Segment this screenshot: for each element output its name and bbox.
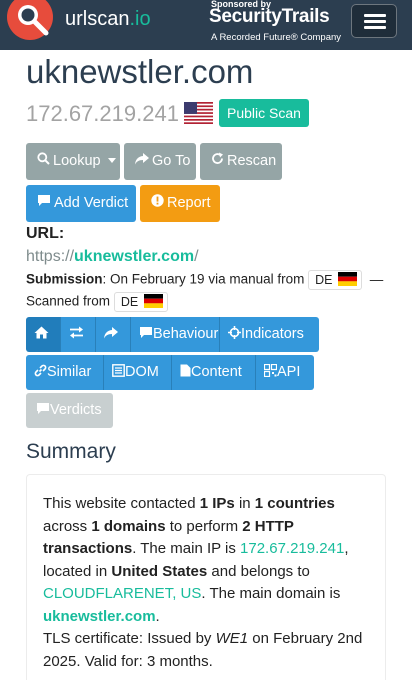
exchange-icon: [69, 326, 84, 342]
summary-heading: Summary: [26, 440, 116, 463]
comment-icon: [36, 402, 50, 418]
scanned-url[interactable]: https://uknewstler.com/: [26, 248, 199, 266]
report-label: Report: [167, 195, 211, 211]
go-to-label: Go To: [152, 153, 191, 169]
submission-dash: —: [369, 271, 384, 287]
report-button[interactable]: Report: [140, 185, 220, 222]
summary-text-part: . The main IP is: [132, 540, 241, 557]
lookup-label: Lookup: [53, 153, 101, 169]
file-icon: [180, 364, 191, 380]
tab-similar[interactable]: Similar: [26, 355, 104, 390]
submission-label: Submission: [26, 271, 103, 287]
tab-verdicts[interactable]: Verdicts: [26, 393, 113, 428]
list-alt-icon: [112, 364, 125, 380]
summary-domain-count: 1 domains: [91, 517, 166, 535]
germany-flag-icon: [143, 294, 163, 308]
tab-api[interactable]: API: [256, 355, 314, 390]
scanned-from-label: Scanned from: [26, 293, 111, 309]
add-verdict-label: Add Verdict: [54, 195, 129, 211]
tab-dom[interactable]: DOM: [104, 355, 172, 390]
comment-icon: [139, 326, 153, 342]
share-arrow-icon: [104, 326, 118, 342]
summary-tls-text: TLS certificate: Issued by: [43, 630, 216, 647]
tab-behaviour[interactable]: Behaviour: [131, 317, 220, 352]
scanned-from-line: Scanned from DE: [26, 292, 168, 312]
brand-name[interactable]: urlscan.io: [65, 8, 151, 31]
summary-text-part: .: [155, 607, 160, 625]
result-tabs-row-1: Behaviour Indicators: [26, 317, 319, 352]
tab-summary-home[interactable]: [26, 317, 61, 352]
link-icon: [34, 364, 47, 380]
summary-text: This website contacted 1 IPs in 1 countr…: [43, 493, 373, 673]
summary-main-domain-link[interactable]: uknewstler.com: [43, 608, 156, 625]
refresh-icon: [211, 143, 224, 180]
add-verdict-button[interactable]: Add Verdict: [26, 185, 136, 222]
page-title-domain: uknewstler.com: [26, 53, 254, 90]
submission-text: : On February 19 via manual from: [102, 271, 305, 287]
home-icon: [34, 326, 49, 342]
public-scan-badge: Public Scan: [219, 99, 309, 127]
scanned-country: DE: [120, 295, 139, 309]
tab-similar-label: Similar: [47, 364, 92, 380]
summary-text-part: to perform: [165, 517, 243, 535]
tab-content[interactable]: Content: [172, 355, 256, 390]
sponsor-subtitle: A Recorded Future® Company: [211, 32, 342, 43]
caret-down-icon: [107, 158, 116, 163]
tab-http[interactable]: [61, 317, 96, 352]
summary-text-part: . The main domain is: [201, 585, 341, 602]
summary-text-part: This website contacted: [43, 495, 200, 512]
url-host-link[interactable]: uknewstler.com: [74, 248, 194, 265]
brand-text: urlscan: [65, 8, 130, 30]
hamburger-icon-bar: [364, 26, 386, 29]
rescan-button[interactable]: Rescan: [200, 143, 282, 180]
result-ip: 172.67.219.241: [26, 101, 179, 126]
scanned-country-pill: DE: [113, 292, 168, 312]
tab-content-label: Content: [191, 364, 242, 380]
qrcode-icon: [263, 363, 278, 380]
url-label: URL:: [26, 225, 65, 242]
tab-dom-label: DOM: [125, 364, 159, 380]
url-path: /: [194, 248, 199, 265]
summary-text-part: and belongs to: [207, 562, 310, 580]
hamburger-icon: [364, 14, 386, 17]
germany-flag-icon: [337, 272, 357, 286]
search-icon: [37, 143, 50, 180]
navbar: urlscan.io Sponsored by SecurityTrails A…: [0, 0, 412, 50]
summary-country-count: 1 countries: [254, 495, 335, 512]
result-tabs-row-2: Similar DOM Content API: [26, 355, 314, 390]
tab-behaviour-label: Behaviour: [153, 326, 219, 342]
brand-suffix: .io: [129, 8, 151, 30]
comment-icon: [37, 185, 51, 222]
sponsor-name: SecurityTrails: [209, 6, 330, 27]
sponsor-banner[interactable]: Sponsored by SecurityTrails A Recorded F…: [208, 0, 344, 47]
submission-country: DE: [315, 273, 333, 287]
tab-api-label: API: [277, 364, 301, 380]
go-to-button[interactable]: Go To: [124, 143, 196, 180]
hamburger-icon-bar: [364, 20, 386, 23]
summary-panel: This website contacted 1 IPs in 1 countr…: [26, 474, 386, 680]
summary-ip-count: 1 IPs: [199, 495, 235, 512]
summary-asn-link[interactable]: CLOUDFLARENET, US: [43, 585, 201, 602]
submission-country-pill: DE: [308, 270, 362, 290]
lookup-button[interactable]: Lookup: [26, 143, 120, 180]
us-flag-icon: [184, 102, 213, 124]
submission-line: Submission: On February 19 via manual fr…: [26, 270, 383, 290]
summary-text-part: in: [234, 495, 255, 512]
tab-indicators-label: Indicators: [241, 326, 304, 342]
summary-tls-issuer: WE1: [215, 630, 249, 647]
tab-verdicts-label: Verdicts: [50, 402, 102, 418]
rescan-label: Rescan: [227, 153, 277, 169]
summary-text-part: across: [43, 517, 92, 535]
menu-toggle-button[interactable]: [351, 4, 397, 38]
tab-indicators[interactable]: Indicators: [220, 317, 319, 352]
url-scheme: https://: [26, 248, 75, 265]
summary-location: United States: [111, 562, 208, 580]
exclamation-circle-icon: [151, 185, 164, 222]
summary-main-ip-link[interactable]: 172.67.219.241: [240, 540, 344, 557]
crosshairs-icon: [228, 326, 241, 342]
tab-redirects[interactable]: [96, 317, 131, 352]
share-arrow-icon: [135, 143, 149, 180]
urlscan-logo-icon[interactable]: [6, 0, 54, 44]
